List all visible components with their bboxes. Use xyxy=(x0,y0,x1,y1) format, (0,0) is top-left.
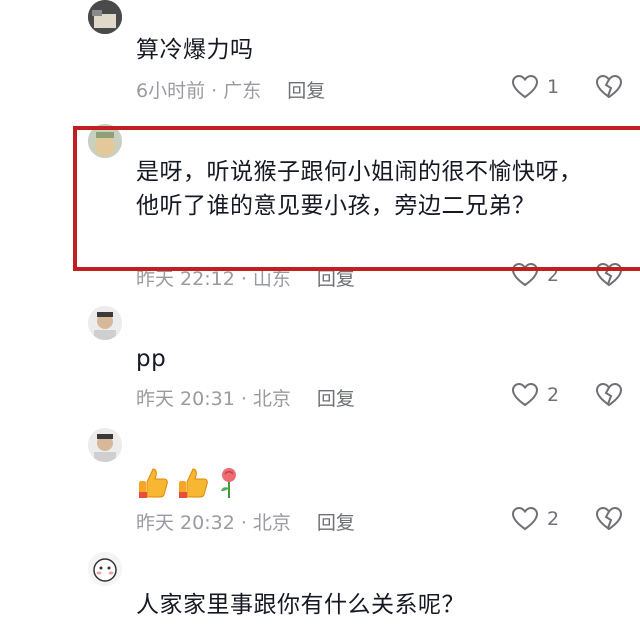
rose-emoji xyxy=(221,468,236,498)
comment-item: 人家家里事跟你有什么关系呢？ xyxy=(0,552,640,627)
heart-outline-icon xyxy=(511,74,539,99)
like-count: 2 xyxy=(547,508,560,530)
comment-meta: 6小时前 · 广东 回复 xyxy=(136,76,325,103)
comment-text: 算冷爆力吗 xyxy=(136,37,254,63)
like-button[interactable]: 1 xyxy=(511,74,559,100)
comment-item: 是呀，听说猴子跟何小姐闹的很不愉快呀，他听了谁的意见要小孩，旁边二兄弟？ 昨天 … xyxy=(0,124,640,294)
like-button[interactable]: 2 xyxy=(511,262,559,288)
comment-text: 是呀，听说猴子跟何小姐闹的很不愉快呀，他听了谁的意见要小孩，旁边二兄弟？ xyxy=(136,159,583,219)
dislike-button[interactable] xyxy=(594,506,624,536)
comment-time-location: 昨天 20:32 · 北京 xyxy=(136,512,291,534)
avatar[interactable] xyxy=(88,428,122,462)
heart-outline-icon xyxy=(511,262,539,287)
avatar[interactable] xyxy=(88,0,122,34)
reply-button[interactable]: 回复 xyxy=(317,512,355,534)
reply-button[interactable]: 回复 xyxy=(287,80,325,102)
reply-button[interactable]: 回复 xyxy=(317,268,355,290)
avatar[interactable] xyxy=(88,552,122,586)
comment-text: 人家家里事跟你有什么关系呢？ xyxy=(136,592,465,618)
comment-item: 昨天 20:32 · 北京 回复 2 xyxy=(0,428,640,538)
like-count: 2 xyxy=(547,384,560,406)
comment-time-location: 昨天 20:31 · 北京 xyxy=(136,388,291,410)
broken-heart-icon xyxy=(595,506,623,531)
broken-heart-icon xyxy=(595,74,623,99)
comment-item: pp 昨天 20:31 · 北京 回复 2 xyxy=(0,306,640,416)
heart-outline-icon xyxy=(511,506,539,531)
comment-text: pp xyxy=(136,346,167,372)
like-count: 1 xyxy=(547,76,560,98)
dislike-button[interactable] xyxy=(594,74,624,104)
avatar[interactable] xyxy=(88,124,122,158)
heart-outline-icon xyxy=(511,382,539,407)
thumbs-up-emoji xyxy=(139,468,168,498)
broken-heart-icon xyxy=(595,262,623,287)
comment-meta: 昨天 20:31 · 北京 回复 xyxy=(136,384,355,411)
comment-meta: 昨天 22:12 · 山东 回复 xyxy=(136,264,355,291)
broken-heart-icon xyxy=(595,382,623,407)
like-button[interactable]: 2 xyxy=(511,382,559,408)
avatar[interactable] xyxy=(88,306,122,340)
comment-item: 算冷爆力吗 6小时前 · 广东 回复 1 xyxy=(0,0,640,110)
emoji-row xyxy=(136,466,242,500)
comment-meta: 昨天 20:32 · 北京 回复 xyxy=(136,508,355,535)
like-count: 2 xyxy=(547,264,560,286)
thumbs-up-emoji xyxy=(179,468,208,498)
comment-time-location: 昨天 22:12 · 山东 xyxy=(136,268,291,290)
comment-time-location: 6小时前 · 广东 xyxy=(136,80,262,102)
dislike-button[interactable] xyxy=(594,382,624,412)
like-button[interactable]: 2 xyxy=(511,506,559,532)
dislike-button[interactable] xyxy=(594,262,624,292)
reply-button[interactable]: 回复 xyxy=(317,388,355,410)
